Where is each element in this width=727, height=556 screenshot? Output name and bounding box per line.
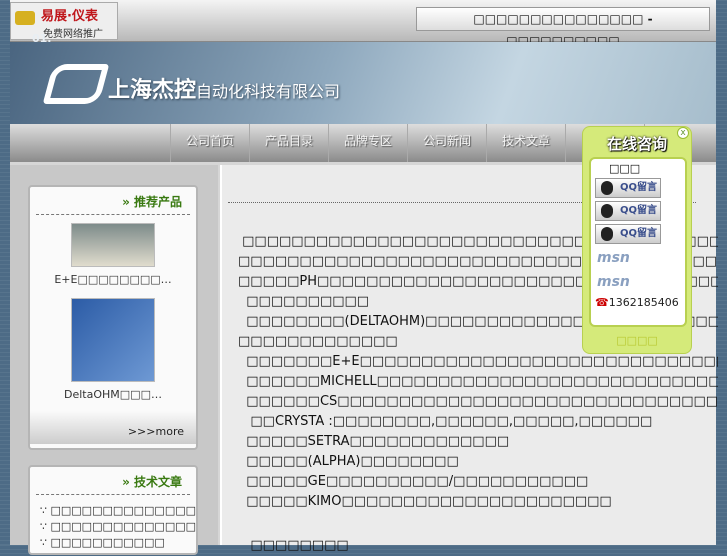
qq-message-button[interactable]: QQ留言 [595, 224, 661, 244]
popup-title: 在线咨询 [606, 135, 667, 153]
content-line [238, 512, 718, 532]
company-logo-icon [42, 64, 110, 104]
contact-label: □□□ [609, 162, 641, 175]
top-bar: 易展·仪表 免费网络推广 □□□□□□□□□□□□□□□ - □□□□□□□□□… [10, 0, 716, 48]
content-line: □□□□□(ALPHA)□□□□□□□□ [238, 454, 459, 469]
product-item[interactable]: E+E□□□□□□□□… [30, 223, 196, 286]
nav-news[interactable]: 公司新闻 [407, 124, 486, 162]
content-line: □□□□□□CS□□□□□□□□□□□□□□□□□□□□□□□□□□□□□□□□… [238, 394, 718, 409]
content-line: □□CRYSTA :□□□□□□□□,□□□□□□,□□□□□,□□□□□□ [238, 414, 653, 429]
product-image[interactable] [71, 223, 155, 267]
nav-brands[interactable]: 品牌专区 [328, 124, 407, 162]
article-link[interactable]: ∵ □□□□□□□□□□□ [40, 535, 196, 551]
article-list: ∵ □□□□□□□□□□□□□□□□□□ ∵ □□□□□□□□□□□□□□□□□… [30, 495, 196, 551]
qq-message-button[interactable]: QQ留言 [595, 201, 661, 221]
close-icon[interactable]: x [677, 127, 689, 139]
articles-title: » 技术文章 [36, 467, 190, 495]
msn-button[interactable]: msn [597, 274, 685, 296]
phone-text: 1362185406 [608, 296, 679, 309]
recommended-products-box: » 推荐产品 E+E□□□□□□□□… DeltaOHM□□□… >>>more [28, 185, 198, 450]
popup-footer-link[interactable]: □□□□ [583, 334, 691, 347]
article-title[interactable]: □□□□□□□□□□□□□□□□□□… [51, 520, 197, 533]
slogan: □□□□□□□□□□□□□□□ - □□□□□□□□□□ [416, 7, 710, 48]
tech-articles-box: » 技术文章 ∵ □□□□□□□□□□□□□□□□□□ ∵ □□□□□□□□□□… [28, 465, 198, 555]
more-link[interactable]: >>>more [30, 411, 196, 444]
banner: 01. 上海杰控自动化科技有限公司 [10, 32, 716, 127]
recommended-title: » 推荐产品 [36, 187, 190, 215]
nav-articles[interactable]: 技术文章 [486, 124, 565, 162]
phone-icon: ☎ [595, 296, 609, 309]
msn-button[interactable]: msn [597, 250, 685, 272]
article-title[interactable]: □□□□□□□□□□□ [51, 536, 165, 549]
nav-products[interactable]: 产品目录 [249, 124, 328, 162]
online-consult-popup: 在线咨询 x □□□ QQ留言 QQ留言 QQ留言 msn msn ☎13621… [582, 126, 692, 354]
company-name: 上海杰控自动化科技有限公司 [108, 72, 340, 104]
diamond-icon [15, 11, 35, 25]
company-name-main: 上海杰控 [108, 78, 197, 103]
logo-subtitle: 免费网络推广 [43, 29, 103, 40]
logo-title: 易展·仪表 [41, 9, 98, 24]
product-name[interactable]: DeltaOHM□□□… [30, 388, 196, 401]
company-name-rest: 自动化科技有限公司 [196, 82, 341, 101]
banner-number: 01. [32, 32, 52, 45]
contact-list: □□□ QQ留言 QQ留言 QQ留言 msn msn ☎1362185406 [589, 157, 687, 327]
content-line: □□□□□SETRA□□□□□□□□□□□□□ [238, 434, 510, 449]
content-line: □□□□□□□□ [238, 538, 349, 553]
product-image[interactable] [71, 298, 155, 382]
content-line: □□□□□□□E+E□□□□□□□□□□□□□□□□□□□□□□□□□□□□□□… [246, 354, 718, 369]
content-line: □□□□□□MICHELL□□□□□□□□□□□□□□□□□□□□□□□□□□□… [246, 374, 718, 389]
left-sidebar: » 推荐产品 E+E□□□□□□□□… DeltaOHM□□□… >>>more… [10, 165, 218, 555]
content-line: □□□□□GE□□□□□□□□□□/□□□□□□□□□□□ [238, 474, 589, 489]
article-link[interactable]: ∵ □□□□□□□□□□□□□□□□□□… [40, 519, 196, 535]
article-title[interactable]: □□□□□□□□□□□□□□□□□□ [51, 504, 197, 517]
product-name[interactable]: E+E□□□□□□□□… [30, 273, 196, 286]
site-logo[interactable]: 易展·仪表 免费网络推广 [10, 2, 118, 40]
phone-number: ☎1362185406 [591, 296, 685, 309]
qq-message-button[interactable]: QQ留言 [595, 178, 661, 198]
article-link[interactable]: ∵ □□□□□□□□□□□□□□□□□□ [40, 503, 196, 519]
product-item[interactable]: DeltaOHM□□□… [30, 298, 196, 401]
nav-home[interactable]: 公司首页 [170, 124, 249, 162]
content-line: □□□□□KIMO□□□□□□□□□□□□□□□□□□□□□□ [238, 494, 612, 509]
